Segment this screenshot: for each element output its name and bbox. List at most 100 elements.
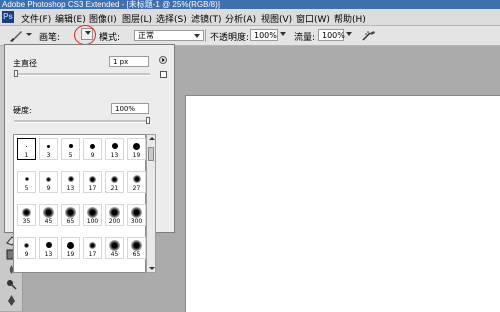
highlight-circle [74, 25, 96, 45]
hard-brush-tip-icon [26, 145, 27, 147]
brush-preset[interactable]: 13 [61, 171, 80, 193]
brush-preset[interactable]: 9 [39, 171, 58, 193]
brush-preset[interactable]: 300 [127, 204, 146, 226]
brush-preset[interactable]: 13 [105, 138, 124, 160]
menu-layer[interactable]: 图层(L) [122, 12, 152, 25]
scroll-up-icon[interactable] [149, 137, 155, 140]
hard-brush-tip-icon [68, 144, 73, 148]
brush-size-label: 100 [86, 218, 99, 225]
menu-edit[interactable]: 编辑(E) [55, 12, 86, 25]
soft-brush-tip-icon [87, 206, 98, 218]
menu-select[interactable]: 选择(S) [156, 12, 187, 25]
diameter-label: 主直径 [13, 59, 37, 68]
menu-analysis[interactable]: 分析(A) [225, 12, 256, 25]
soft-brush-tip-icon [109, 239, 120, 251]
soft-brush-tip-icon [46, 176, 51, 182]
diameter-slider-thumb[interactable] [14, 70, 18, 77]
brush-size-label: 3 [46, 152, 51, 159]
brush-grid-scrollbar[interactable] [146, 134, 156, 273]
brush-preset[interactable]: 45 [105, 237, 124, 259]
brush-size-label: 13 [44, 251, 53, 258]
mode-select[interactable]: 正常 [134, 30, 204, 41]
brush-preset[interactable]: 45 [39, 204, 58, 226]
tool-preset-arrow-icon[interactable] [26, 33, 32, 36]
brush-size-label: 13 [66, 185, 75, 192]
brush-size-label: 17 [88, 251, 97, 258]
brush-preset[interactable]: 19 [127, 138, 146, 160]
menu-file[interactable]: 文件(F) [21, 12, 51, 25]
brush-preset[interactable]: 65 [127, 237, 146, 259]
menu-window[interactable]: 窗口(W) [296, 12, 330, 25]
menu-help[interactable]: 帮助(H) [334, 12, 366, 25]
dodge-tool-icon[interactable] [5, 278, 18, 291]
hard-brush-tip-icon [133, 142, 140, 150]
hardness-field[interactable]: 100% [111, 103, 149, 114]
brush-preset[interactable]: 5 [17, 171, 36, 193]
scroll-thumb[interactable] [148, 147, 154, 161]
brush-preset[interactable]: 3 [39, 138, 58, 160]
document-canvas[interactable] [185, 95, 500, 312]
brush-preset[interactable]: 13 [39, 237, 58, 259]
soft-brush-tip-icon [24, 177, 29, 181]
soft-brush-tip-icon [89, 175, 96, 183]
hardness-slider-thumb[interactable] [146, 117, 150, 124]
soft-brush-tip-icon [43, 206, 54, 218]
separator [205, 29, 206, 42]
menu-filter[interactable]: 滤镜(T) [191, 12, 222, 25]
brush-size-label: 21 [110, 185, 119, 192]
soft-brush-tip-icon [22, 207, 31, 217]
picker-menu-icon[interactable] [159, 56, 167, 64]
brush-size-label: 65 [66, 218, 75, 225]
brush-preset[interactable]: 100 [83, 204, 102, 226]
brush-size-label: 200 [108, 218, 121, 225]
window-title: Adobe Photoshop CS3 Extended - [未标题-1 @ … [0, 0, 500, 9]
brush-preset[interactable]: 17 [83, 237, 102, 259]
brush-size-label: 9 [24, 251, 29, 258]
opacity-field[interactable]: 100% [250, 29, 278, 41]
soft-brush-tip-icon [111, 175, 118, 183]
opacity-dropdown-icon[interactable] [280, 32, 286, 36]
brush-size-label: 13 [110, 152, 119, 159]
brush-preset[interactable]: 9 [17, 237, 36, 259]
flow-field[interactable]: 100% [318, 29, 345, 41]
brush-tool-icon[interactable] [9, 30, 23, 42]
brush-size-label: 5 [24, 185, 29, 192]
brush-size-label: 9 [46, 185, 51, 192]
menu-bar: Ps 文件(F) 编辑(E) 图像(I) 图层(L) 选择(S) 滤镜(T) 分… [0, 9, 500, 26]
brush-size-label: 300 [130, 218, 143, 225]
brush-preset[interactable]: 5 [61, 138, 80, 160]
brush-preset[interactable]: 35 [17, 204, 36, 226]
brush-preset[interactable]: 27 [127, 171, 146, 193]
brush-size-label: 9 [90, 152, 95, 159]
airbrush-icon[interactable] [362, 30, 376, 41]
brush-size-label: 5 [68, 152, 73, 159]
brush-size-label: 17 [88, 185, 97, 192]
flow-dropdown-icon[interactable] [346, 32, 352, 36]
brush-preset[interactable]: 19 [61, 237, 80, 259]
new-preset-icon[interactable] [160, 71, 167, 78]
brush-size-label: 1 [24, 152, 29, 159]
pen-tool-icon[interactable] [5, 294, 18, 307]
brush-preset[interactable]: 17 [83, 171, 102, 193]
menu-image[interactable]: 图像(I) [89, 12, 117, 25]
brush-preset[interactable]: 65 [61, 204, 80, 226]
photoshop-logo-icon[interactable]: Ps [2, 11, 14, 23]
scroll-down-icon[interactable] [149, 267, 155, 270]
brush-preset[interactable]: 21 [105, 171, 124, 193]
hard-brush-tip-icon [47, 144, 50, 148]
brush-preset[interactable]: 1 [17, 138, 36, 160]
soft-brush-tip-icon [65, 206, 76, 218]
brush-grid: 1 3 5 9 13 19 5 9 13 17 21 27 35 45 65 100 200 300 9 13 19 17… [13, 134, 146, 273]
brush-size-label: 45 [44, 218, 53, 225]
diameter-field[interactable]: 1 px [109, 56, 149, 67]
brush-preset[interactable]: 200 [105, 204, 124, 226]
diameter-slider-track[interactable] [14, 73, 150, 76]
brush-size-label: 19 [132, 152, 141, 159]
brush-preset[interactable]: 9 [83, 138, 102, 160]
hardness-slider-track[interactable] [14, 120, 150, 123]
soft-brush-tip-icon [24, 242, 29, 248]
soft-brush-tip-icon [89, 241, 96, 249]
opacity-label: 不透明度: [210, 33, 250, 43]
menu-view[interactable]: 视图(V) [261, 12, 292, 25]
brush-label: 画笔: [39, 33, 61, 43]
